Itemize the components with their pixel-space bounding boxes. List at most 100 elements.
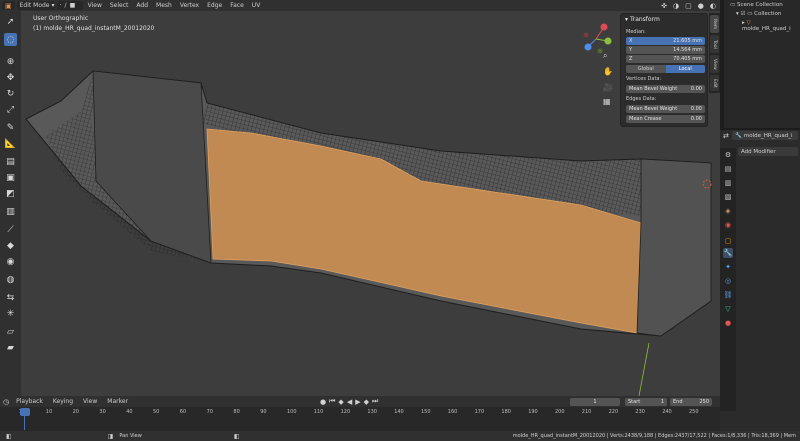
mode-label: Edit Mode — [19, 2, 50, 9]
jump-end-icon[interactable]: ⏭ — [372, 397, 378, 406]
current-frame-field[interactable]: 1 — [570, 398, 620, 406]
tab-view[interactable]: View — [710, 55, 719, 73]
tweak-tool-icon[interactable]: ➚ — [4, 15, 17, 28]
knife-tool-icon[interactable]: ⟋ — [4, 223, 17, 236]
shrink-fatten-tool-icon[interactable]: ✳ — [4, 307, 17, 320]
median-z-field[interactable]: Z 70.405 mm — [626, 55, 705, 63]
loop-cut-tool-icon[interactable]: ▥ — [4, 205, 17, 218]
tab-edit[interactable]: Edit — [710, 75, 719, 91]
overlay-toggle-icon[interactable]: ◑ — [673, 2, 679, 10]
menu-view[interactable]: View — [85, 2, 105, 9]
3d-viewport[interactable]: User Orthographic (1) molde_HR_quad_inst… — [21, 11, 720, 396]
outliner-scene-row[interactable]: ▭ Scene Collection — [730, 2, 783, 8]
checkbox-icon[interactable]: ☑ — [741, 11, 746, 17]
frame-tick: 180 — [501, 409, 511, 415]
face-select-icon[interactable]: ■ — [70, 2, 76, 9]
annotate-tool-icon[interactable]: ✎ — [4, 121, 17, 134]
menu-edge[interactable]: Edge — [204, 2, 225, 9]
smooth-tool-icon[interactable]: ◍ — [4, 273, 17, 286]
edge-bevel-field[interactable]: Mean Bevel Weight 0.00 — [626, 105, 705, 113]
cursor-tool-icon[interactable]: ⊕ — [4, 55, 17, 68]
play-icon[interactable]: ▶ — [355, 398, 360, 406]
mesh-drawing[interactable] — [21, 11, 720, 396]
inset-tool-icon[interactable]: ▣ — [4, 171, 17, 184]
extrude-tool-icon[interactable]: ▤ — [4, 155, 17, 168]
menu-uv[interactable]: UV — [249, 2, 264, 9]
select-mode-buttons[interactable]: · / ■ — [56, 1, 83, 10]
constraints-icon[interactable]: ⛓ — [723, 290, 733, 300]
play-reverse-icon[interactable]: ◀ — [347, 398, 352, 406]
clock-icon[interactable]: ◷ — [3, 398, 9, 406]
menu-timeline-view[interactable]: View — [80, 398, 100, 405]
camera-icon[interactable]: 🎥 — [603, 83, 613, 92]
menu-add[interactable]: Add — [133, 2, 151, 9]
start-frame-field[interactable]: Start 1 — [625, 398, 667, 406]
properties-pin-icon[interactable]: ⇄ — [723, 132, 729, 140]
prev-key-icon[interactable]: ◆ — [338, 398, 343, 406]
particles-icon[interactable]: ✦ — [723, 262, 733, 272]
editor-type-button[interactable]: ▣ — [2, 1, 15, 10]
shading-solid-icon[interactable]: ● — [698, 2, 704, 10]
measure-tool-icon[interactable]: 📐 — [4, 137, 17, 150]
object-props-icon[interactable]: ▢ — [723, 236, 733, 246]
scene-icon[interactable]: ◈ — [723, 206, 733, 216]
shear-tool-icon[interactable]: ▱ — [4, 325, 17, 338]
render-icon[interactable]: ▤ — [723, 164, 733, 174]
outliner-object-row[interactable]: ▸ ▽ molde_HR_quad_i — [742, 20, 800, 32]
menu-select[interactable]: Select — [107, 2, 132, 9]
gizmo-toggle-icon[interactable]: ✜ — [661, 2, 667, 10]
timeline-ruler[interactable]: 1102030405060708090100110120130140150160… — [0, 407, 720, 431]
world-icon[interactable]: ◉ — [723, 220, 733, 230]
menu-face[interactable]: Face — [227, 2, 247, 9]
select-box-icon[interactable]: ◌ — [4, 33, 17, 46]
edge-slide-tool-icon[interactable]: ⇆ — [4, 291, 17, 304]
end-frame-field[interactable]: End 250 — [670, 398, 712, 406]
scale-tool-icon[interactable]: ⤢ — [4, 103, 17, 116]
modifier-wrench-icon[interactable]: 🔧 — [723, 248, 733, 258]
next-key-icon[interactable]: ◆ — [364, 398, 369, 406]
move-tool-icon[interactable]: ✥ — [4, 71, 17, 84]
edge-select-icon[interactable]: / — [65, 2, 67, 9]
tool-settings-icon[interactable]: ⚙ — [723, 150, 733, 160]
vertex-bevel-field[interactable]: Mean Bevel Weight 0.00 — [626, 85, 705, 93]
local-button[interactable]: Local — [665, 65, 705, 73]
mode-dropdown[interactable]: Edit Mode ▾ — [16, 1, 55, 10]
poly-build-tool-icon[interactable]: ◆ — [4, 239, 17, 252]
menu-keying[interactable]: Keying — [50, 398, 76, 405]
navigation-gizmo[interactable] — [576, 17, 616, 57]
median-x-field[interactable]: X 21.605 mm — [626, 37, 705, 45]
tab-tool[interactable]: Tool — [710, 35, 719, 53]
crease-field[interactable]: Mean Crease 0.00 — [626, 115, 705, 123]
playhead[interactable] — [20, 408, 30, 416]
chevron-down-icon[interactable]: ▾ — [625, 16, 628, 23]
zoom-icon[interactable]: ⌕ — [603, 51, 607, 61]
material-icon[interactable]: ● — [723, 318, 733, 328]
vertex-select-icon[interactable]: · — [60, 2, 62, 9]
add-modifier-dropdown[interactable]: Add Modifier — [738, 147, 798, 156]
shading-material-icon[interactable]: ◐ — [710, 2, 716, 10]
tab-item[interactable]: Item — [710, 15, 719, 33]
outliner-collection-row[interactable]: ▾ ☑ ▭ Collection — [736, 11, 781, 17]
median-y-field[interactable]: Y 14.564 mm — [626, 46, 705, 54]
expand-icon[interactable]: ▾ — [736, 11, 739, 17]
bevel-tool-icon[interactable]: ◩ — [4, 187, 17, 200]
jump-start-icon[interactable]: ⏮ — [329, 397, 335, 406]
object-name-field[interactable]: 🔧 molde_HR_quad_i — [732, 131, 798, 140]
menu-vertex[interactable]: Vertex — [177, 2, 202, 9]
view-layer-icon[interactable]: ▧ — [723, 192, 733, 202]
grid-icon[interactable]: ▦ — [603, 97, 611, 106]
output-icon[interactable]: ▥ — [723, 178, 733, 188]
global-button[interactable]: Global — [626, 65, 666, 73]
record-icon[interactable]: ● — [320, 398, 326, 406]
transform-title: ▾ Transform — [625, 16, 660, 23]
rip-tool-icon[interactable]: ▰ — [4, 341, 17, 354]
menu-marker[interactable]: Marker — [104, 398, 131, 405]
xray-toggle-icon[interactable]: ▢ — [685, 2, 692, 10]
pan-hand-icon[interactable]: ✋ — [603, 67, 613, 76]
physics-icon[interactable]: ◎ — [723, 276, 733, 286]
menu-playback[interactable]: Playback — [13, 398, 46, 405]
spin-tool-icon[interactable]: ◉ — [4, 255, 17, 268]
data-icon[interactable]: ▽ — [723, 304, 733, 314]
rotate-tool-icon[interactable]: ↻ — [4, 87, 17, 100]
menu-mesh[interactable]: Mesh — [153, 2, 175, 9]
